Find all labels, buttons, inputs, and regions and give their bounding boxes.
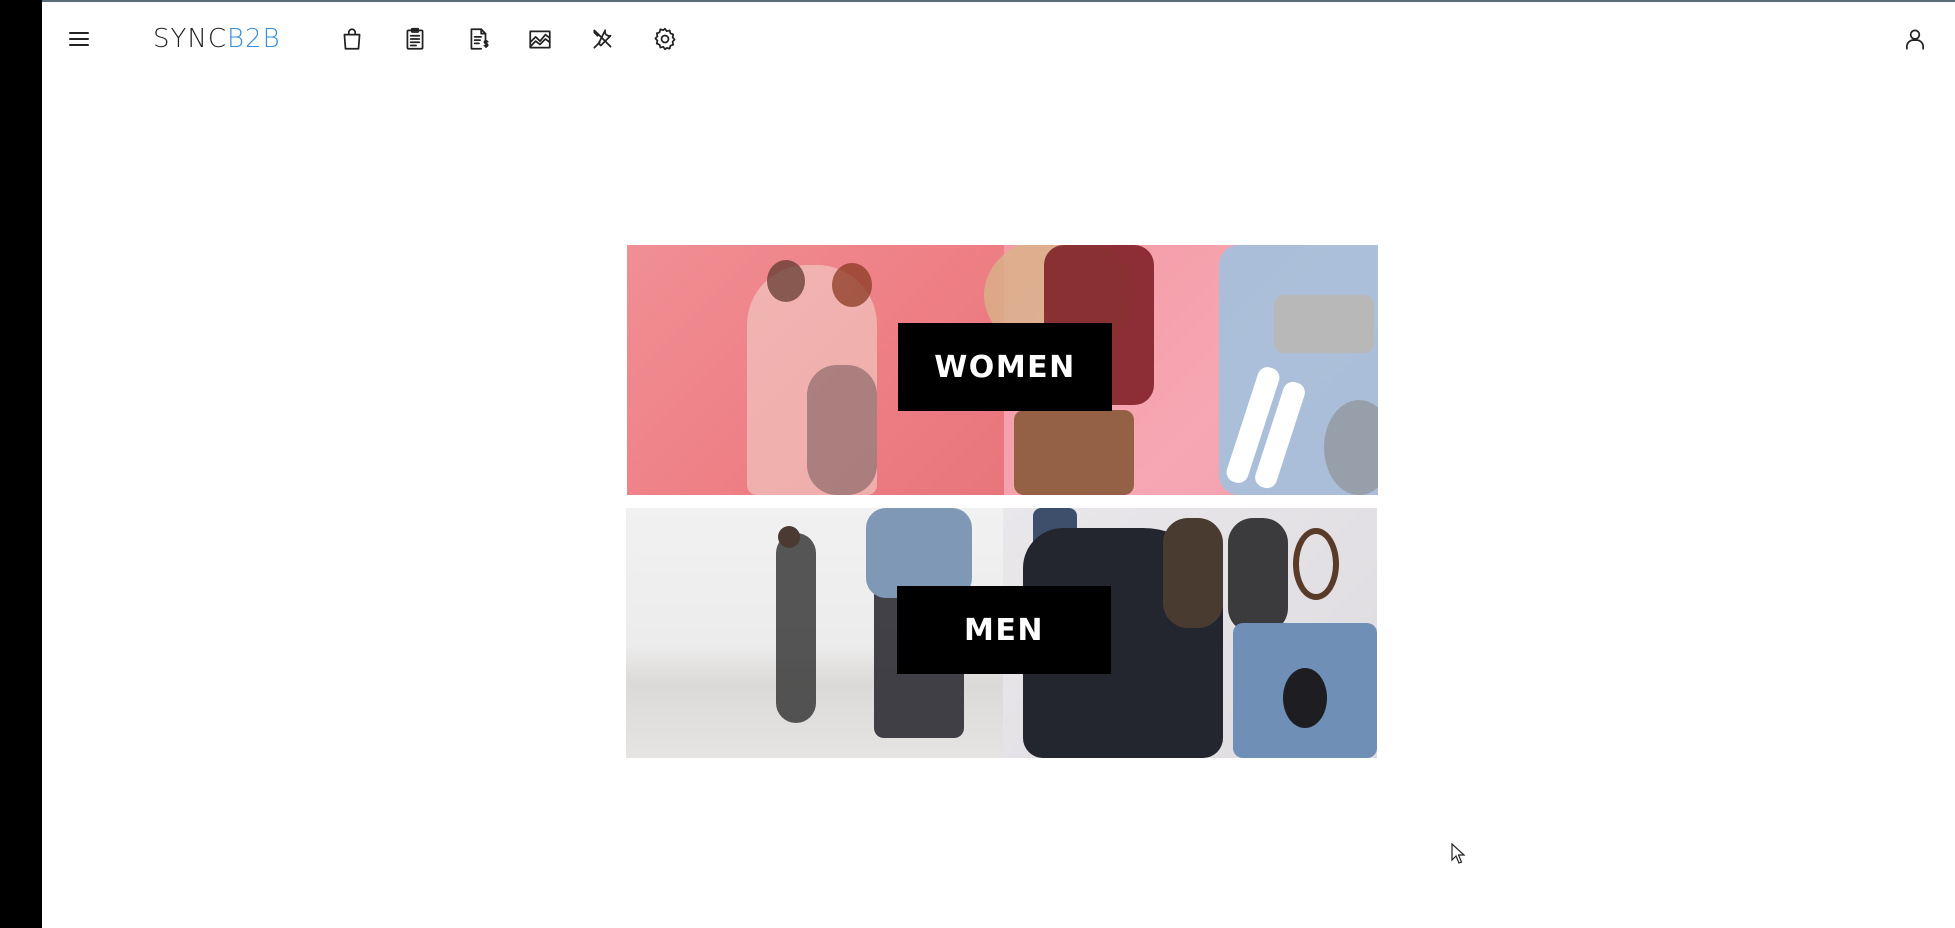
nav-reports-button[interactable] xyxy=(521,20,559,58)
nav-orders-button[interactable] xyxy=(396,20,434,58)
menu-button[interactable] xyxy=(60,20,98,58)
menu-icon xyxy=(69,32,89,46)
chart-icon xyxy=(529,30,551,49)
brand-suffix: B2B xyxy=(227,24,281,54)
user-icon xyxy=(1906,29,1924,50)
brand-prefix: SYNC xyxy=(153,24,227,54)
nav-tools-button[interactable] xyxy=(584,20,622,58)
top-bar: SYNCB2B xyxy=(42,2,1955,74)
category-tile-women[interactable]: WOMEN xyxy=(627,245,1378,495)
gear-icon xyxy=(654,27,676,51)
brand-logo[interactable]: SYNCB2B xyxy=(153,22,281,56)
category-tile-men[interactable]: MEN xyxy=(626,508,1377,758)
category-label-men: MEN xyxy=(897,586,1111,674)
category-label-women: WOMEN xyxy=(898,323,1112,411)
user-account-button[interactable] xyxy=(1896,20,1934,58)
nav-invoices-button[interactable] xyxy=(460,20,498,58)
invoice-icon xyxy=(470,28,489,50)
nav-settings-button[interactable] xyxy=(646,20,684,58)
nav-shop-button[interactable] xyxy=(333,20,371,58)
clipboard-icon xyxy=(406,27,424,50)
mouse-cursor-icon xyxy=(1451,843,1466,864)
app-window: SYNCB2B WOMEN MEN xyxy=(42,0,1955,928)
shopping-bag-icon xyxy=(343,28,361,50)
tools-icon xyxy=(593,29,612,49)
